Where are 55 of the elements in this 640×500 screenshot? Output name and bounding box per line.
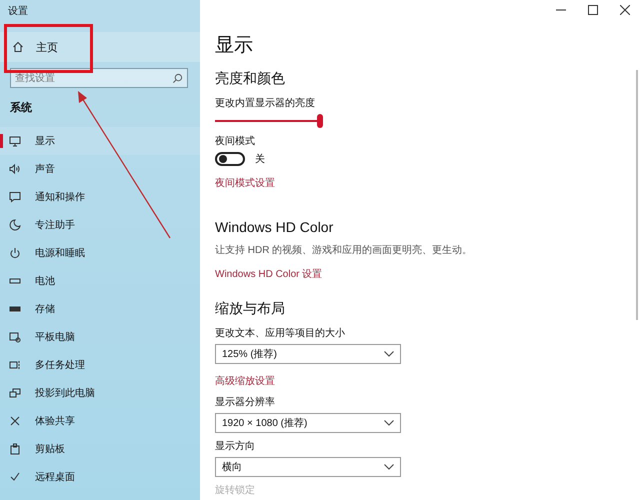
nav-item[interactable]: 远程桌面: [0, 463, 200, 491]
maximize-icon[interactable]: [588, 5, 598, 15]
dropdown[interactable]: 125% (推荐): [215, 344, 401, 364]
slider-thumb[interactable]: [317, 114, 323, 128]
settings-link[interactable]: Windows HD Color 设置: [215, 267, 322, 281]
speaker-icon: [9, 163, 21, 175]
toggle-state: 关: [255, 152, 265, 166]
projector-icon: [9, 387, 21, 399]
section-heading: Windows HD Color: [215, 219, 334, 235]
multitask-icon: [9, 359, 21, 371]
search-icon: [172, 73, 183, 84]
close-icon[interactable]: [620, 5, 630, 15]
description-text: 让支持 HDR 的视频、游戏和应用的画面更明亮、更生动。: [215, 244, 474, 257]
nav-item[interactable]: 存储: [0, 295, 200, 323]
monitor-icon: [9, 135, 21, 147]
nav-item[interactable]: 声音: [0, 155, 200, 183]
settings-link[interactable]: 高级缩放设置: [215, 374, 275, 388]
nav-item[interactable]: 显示: [0, 127, 200, 155]
home-icon: [12, 41, 24, 53]
clipboard-icon: [9, 443, 21, 455]
toggle-label: 夜间模式: [215, 134, 256, 148]
slider-label: 更改内置显示器的亮度: [215, 96, 316, 110]
settings-link[interactable]: 夜间模式设置: [215, 176, 275, 190]
moon-icon: [9, 219, 21, 231]
chevron-down-icon: [384, 464, 394, 470]
chevron-down-icon: [384, 420, 394, 426]
nav-item[interactable]: 专注助手: [0, 211, 200, 239]
message-icon: [9, 191, 21, 203]
tablet-icon: [9, 331, 21, 343]
nav-item[interactable]: 平板电脑: [0, 323, 200, 351]
dropdown-label: 显示器分辨率: [215, 396, 276, 409]
section-heading: 系统: [9, 100, 33, 116]
dropdown-label: 更改文本、应用等项目的大小: [215, 326, 346, 340]
window-title: 设置: [7, 4, 29, 19]
toggle-switch[interactable]: [215, 152, 245, 166]
nav-item[interactable]: 体验共享: [0, 407, 200, 435]
chevron-down-icon: [384, 351, 394, 357]
section-heading: 缩放与布局: [215, 300, 286, 318]
dropdown[interactable]: 1920 × 1080 (推荐): [215, 413, 401, 433]
home-nav-item[interactable]: 主页: [0, 32, 200, 62]
page-title: 显示: [215, 34, 254, 58]
check-icon: [9, 471, 21, 483]
dropdown[interactable]: 横向: [215, 457, 401, 477]
section-heading: 亮度和颜色: [215, 70, 286, 88]
nav-item[interactable]: 投影到此电脑: [0, 379, 200, 407]
nav-item[interactable]: 多任务处理: [0, 351, 200, 379]
nav-item[interactable]: 电池: [0, 267, 200, 295]
nav-item[interactable]: 电源和睡眠: [0, 239, 200, 267]
nav-item[interactable]: 剪贴板: [0, 435, 200, 463]
scrollbar[interactable]: [636, 70, 638, 320]
power-icon: [9, 247, 21, 259]
search-field[interactable]: 查找设置: [10, 68, 188, 88]
dropdown-label: 显示方向: [215, 440, 256, 453]
nav-item[interactable]: 通知和操作: [0, 183, 200, 211]
setting-label: 旋转锁定: [215, 484, 256, 497]
